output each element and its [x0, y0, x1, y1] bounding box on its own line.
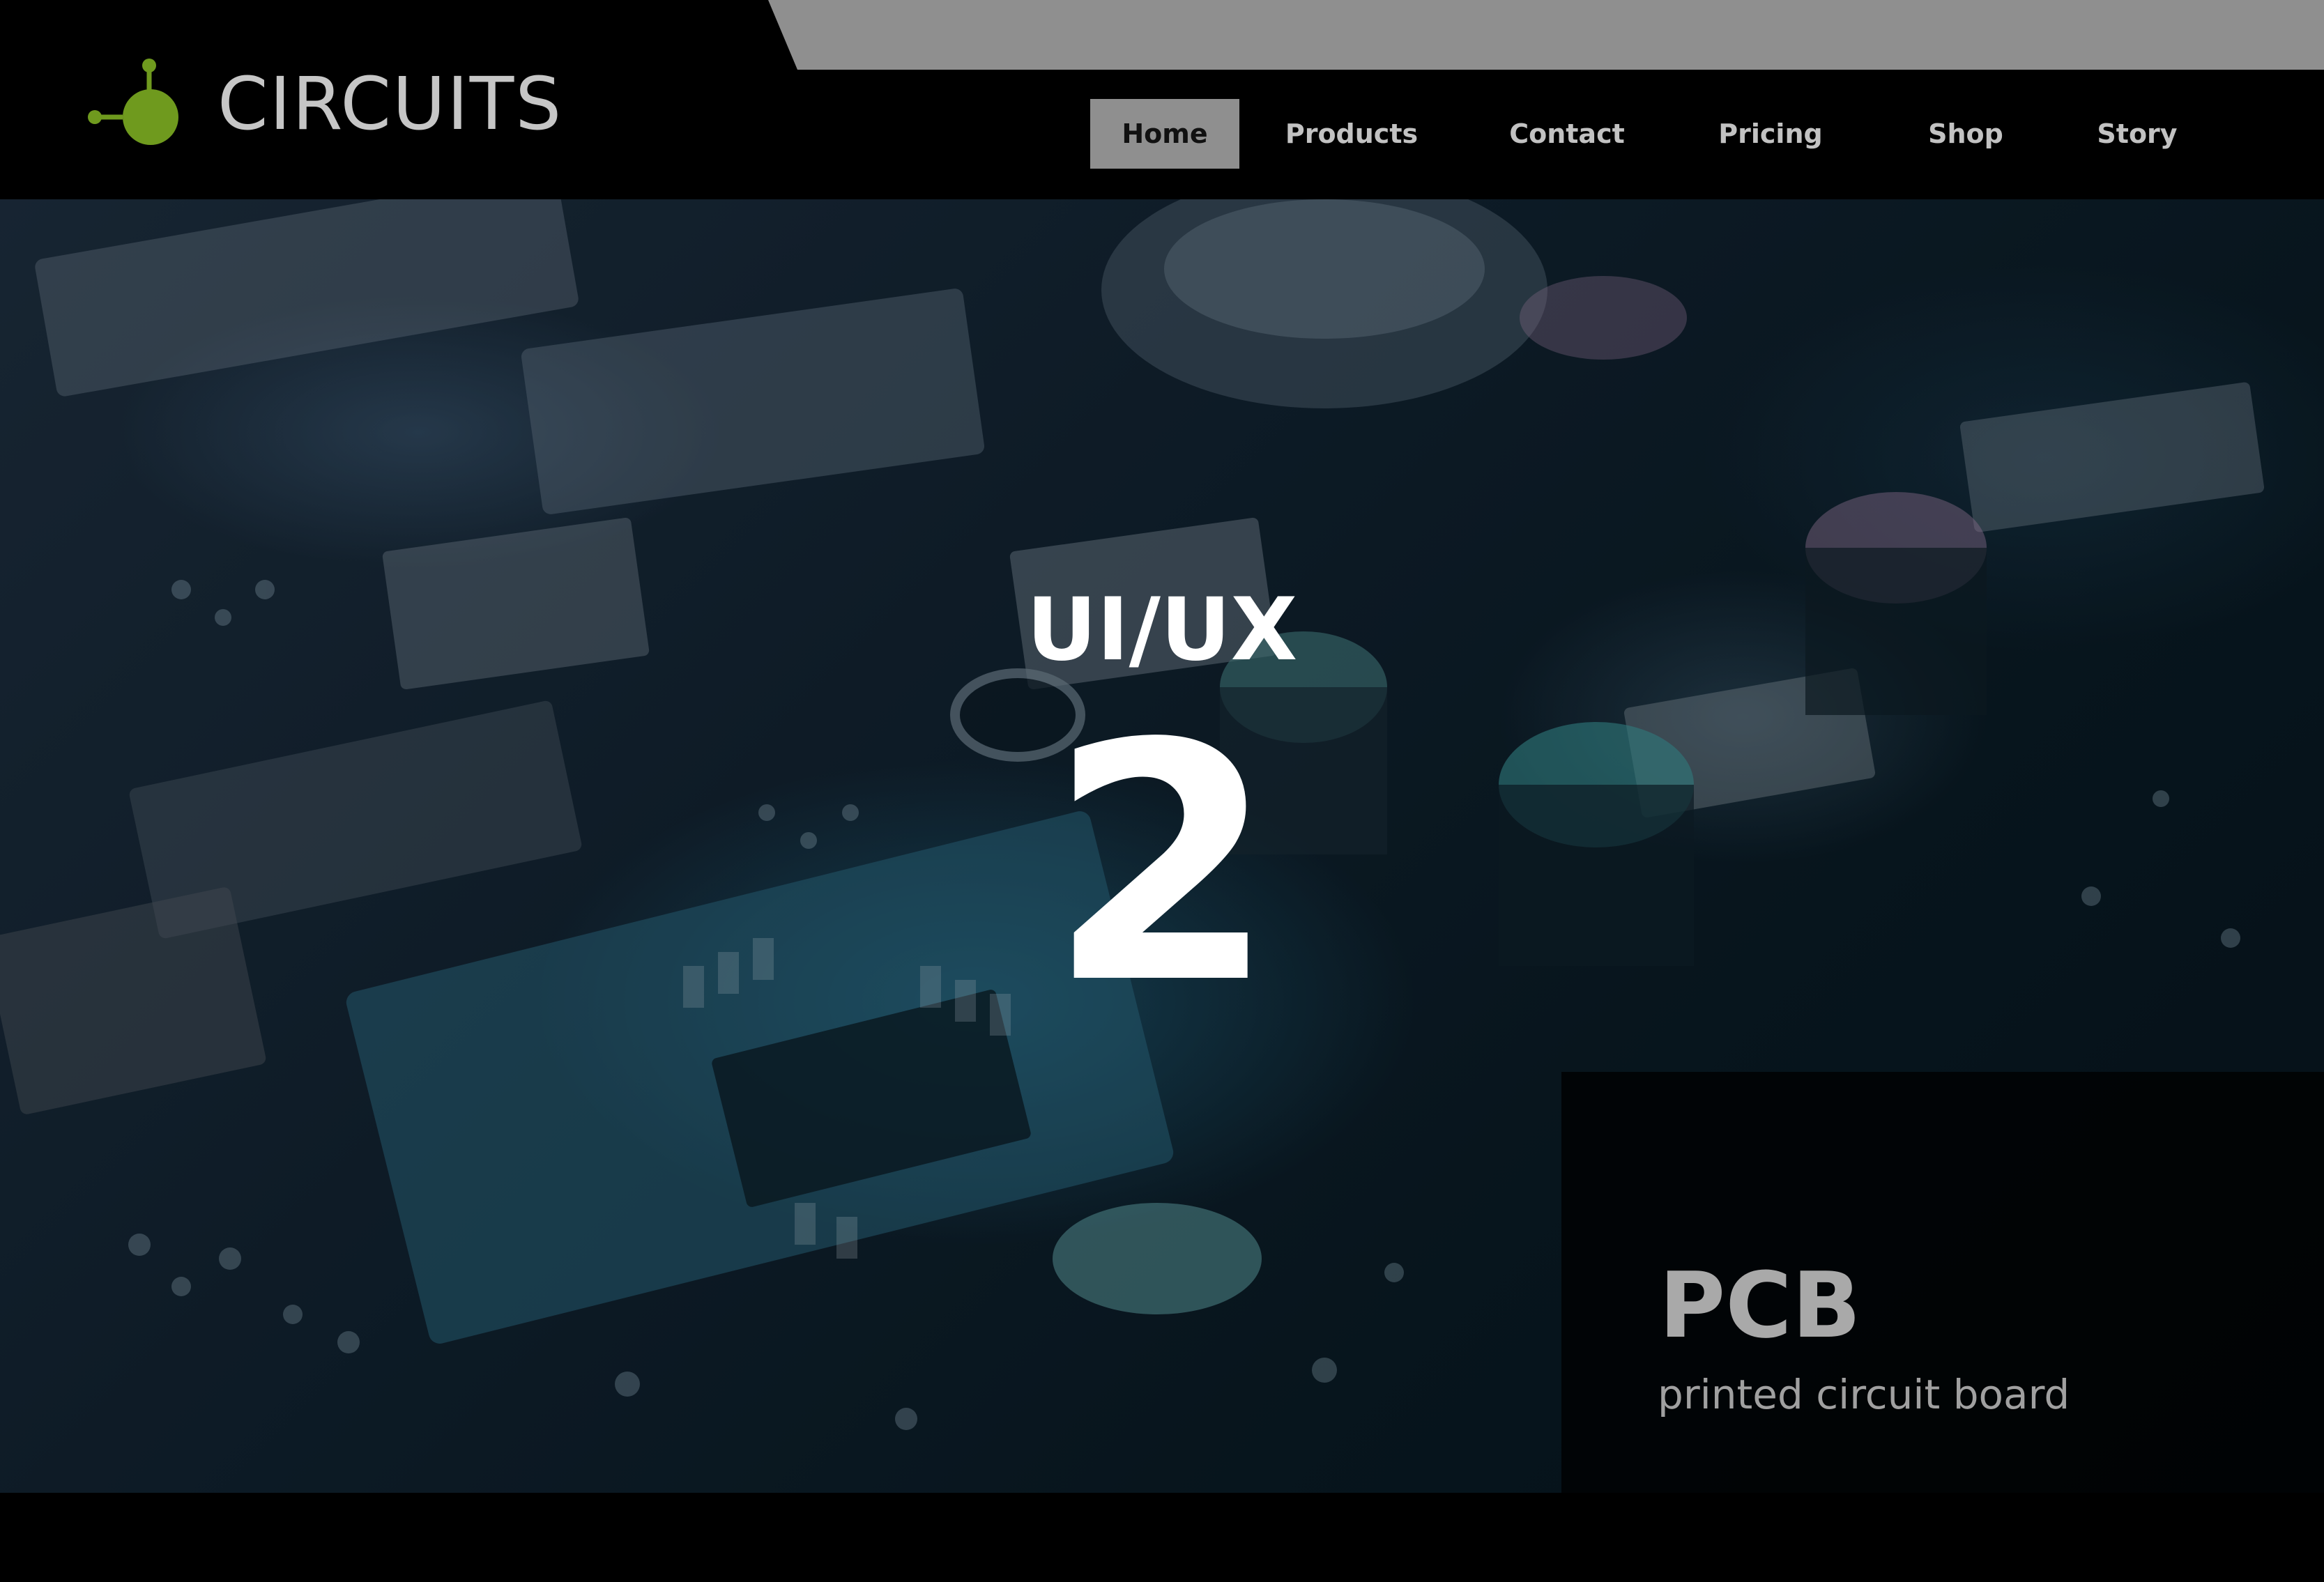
page: CIRCUITS Home Products Contact Pricing S…	[0, 0, 2324, 1582]
footer-band	[0, 1493, 2324, 1582]
top-banner-stripe	[768, 0, 2324, 70]
hero-title: UI/UX	[1026, 580, 1298, 680]
info-panel: PCB printed circuit board	[1561, 1072, 2324, 1493]
nav-item-pricing[interactable]: Pricing	[1701, 99, 1840, 169]
info-subtitle: printed circuit board	[1658, 1371, 2070, 1418]
nav-item-products[interactable]: Products	[1263, 99, 1440, 169]
nav-item-home[interactable]: Home	[1090, 99, 1239, 169]
nav-item-shop[interactable]: Shop	[1910, 99, 2021, 169]
site-header: CIRCUITS Home Products Contact Pricing S…	[0, 0, 2324, 199]
nav-item-story[interactable]: Story	[2074, 99, 2200, 169]
info-title: PCB	[1659, 1252, 1861, 1358]
main-nav: Home Products Contact Pricing Shop Story	[0, 99, 2324, 169]
nav-item-contact[interactable]: Contact	[1497, 99, 1637, 169]
hero-number: 2	[1048, 674, 1276, 1055]
hero-section: UI/UX 2 PCB printed circuit board	[0, 199, 2324, 1493]
